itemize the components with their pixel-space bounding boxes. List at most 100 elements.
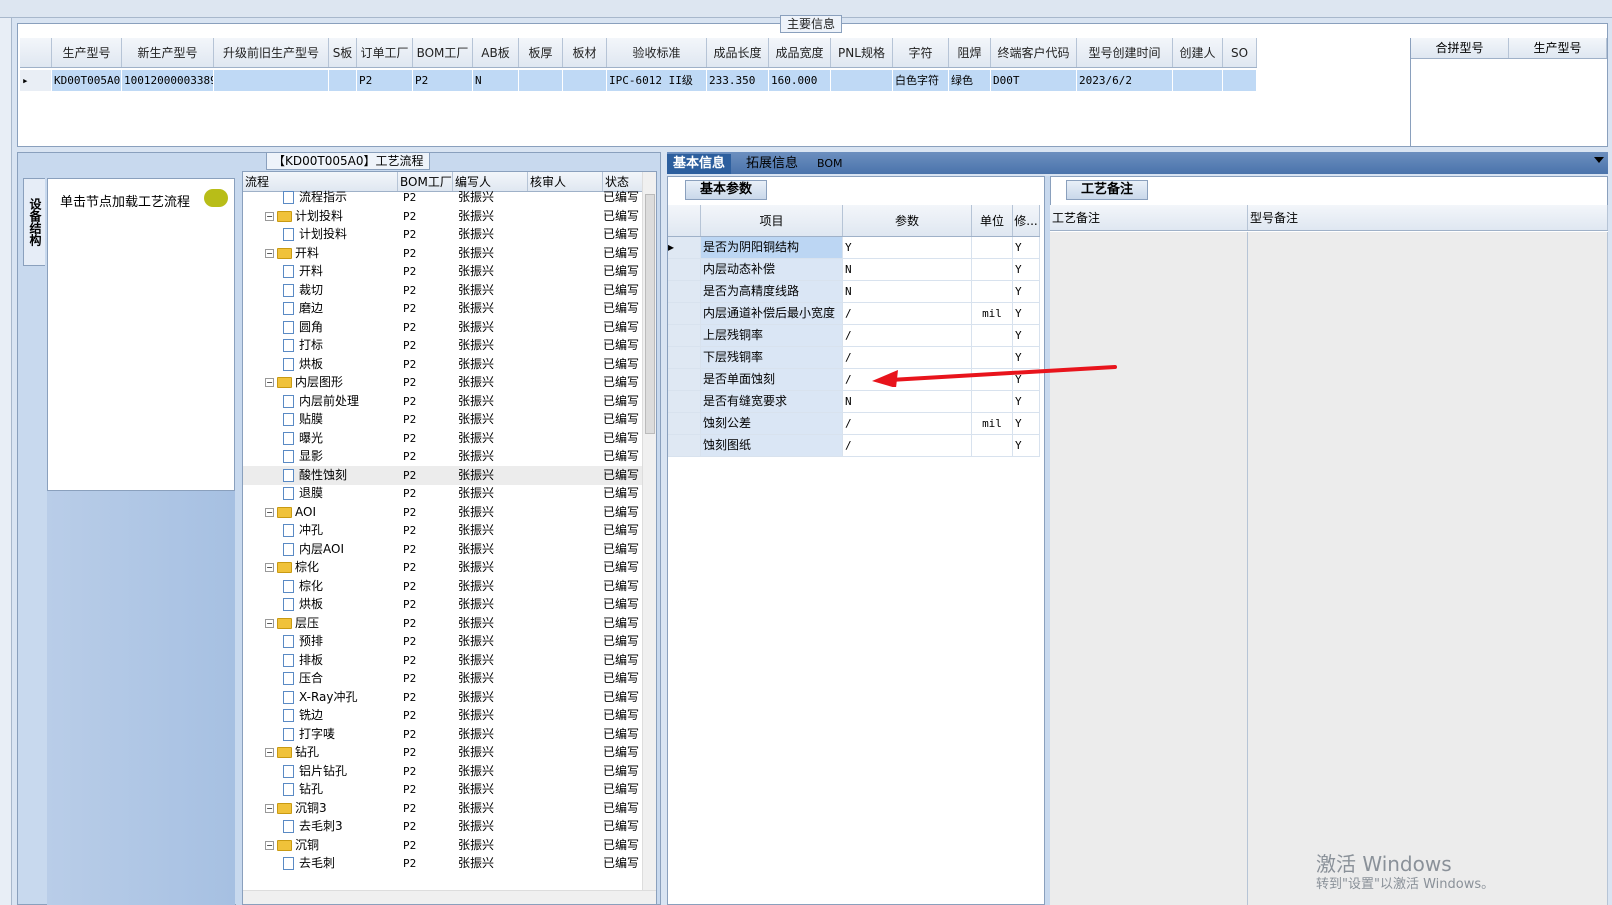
flow-tree-hscroll[interactable] <box>243 890 656 904</box>
collapse-icon[interactable]: − <box>265 211 274 221</box>
main-cell[interactable]: P2 <box>357 70 413 91</box>
flow-tree-row[interactable]: 去毛刺 P2 张振兴 已编写 <box>243 854 643 873</box>
flow-node[interactable]: 铣边 <box>243 706 398 725</box>
flow-tree-row[interactable]: 去毛刺3 P2 张振兴 已编写 <box>243 817 643 836</box>
flow-tree-vscroll-thumb[interactable] <box>645 194 655 434</box>
flow-node[interactable]: 烘板 <box>243 355 398 374</box>
param-col-header[interactable]: 参数 <box>843 205 972 236</box>
main-col-header[interactable]: 验收标准 <box>607 38 707 67</box>
flow-tree-row[interactable]: 圆角 P2 张振兴 已编写 <box>243 318 643 337</box>
flow-tree-row[interactable]: 酸性蚀刻 P2 张振兴 已编写 <box>243 465 643 485</box>
main-col-header[interactable]: 新生产型号 <box>122 38 214 67</box>
flow-node[interactable]: − 内层图形 <box>243 373 398 392</box>
flow-node[interactable]: 钻孔 <box>243 780 398 799</box>
equipment-structure-tab[interactable]: 设备结构 <box>23 178 45 266</box>
load-flow-hint[interactable]: 单击节点加载工艺流程 <box>60 191 190 210</box>
main-cell[interactable] <box>214 70 329 91</box>
param-row[interactable]: 上层残铜率 / Y <box>668 325 1040 347</box>
main-col-header[interactable]: 板材 <box>563 38 607 67</box>
flow-tree-row[interactable]: 排板 P2 张振兴 已编写 <box>243 651 643 670</box>
flow-tree-row[interactable]: 棕化 P2 张振兴 已编写 <box>243 577 643 596</box>
flow-tree-row[interactable]: − 沉铜3 P2 张振兴 已编写 <box>243 799 643 818</box>
param-value[interactable]: N <box>843 259 972 281</box>
flow-node[interactable]: 磨边 <box>243 299 398 318</box>
main-cell[interactable]: N <box>473 70 519 91</box>
flow-tree-row[interactable]: − 层压 P2 张振兴 已编写 <box>243 614 643 633</box>
flow-tree-row[interactable]: 曝光 P2 张振兴 已编写 <box>243 429 643 448</box>
flow-node[interactable]: 内层前处理 <box>243 392 398 411</box>
main-col-header[interactable]: 终端客户代码 <box>991 38 1077 67</box>
flow-node[interactable]: 打标 <box>243 336 398 355</box>
main-col-header[interactable]: PNL规格 <box>831 38 893 67</box>
flow-node[interactable]: 内层AOI <box>243 540 398 559</box>
main-col-header[interactable]: SO <box>1223 38 1257 67</box>
param-value[interactable]: / <box>843 413 972 435</box>
main-cell[interactable]: 2023/6/2 <box>1077 70 1173 91</box>
param-corner[interactable] <box>668 205 701 236</box>
flow-node[interactable]: 贴膜 <box>243 410 398 429</box>
flow-tree-row[interactable]: 显影 P2 张振兴 已编写 <box>243 447 643 466</box>
merge-col-header[interactable]: 生产型号 <box>1509 38 1607 58</box>
param-row[interactable]: ▸ 是否为阴阳铜结构 Y Y <box>668 237 1040 259</box>
main-cell[interactable] <box>563 70 607 91</box>
process-note-field[interactable] <box>1050 232 1248 905</box>
flow-tree-row[interactable]: − 沉铜 P2 张振兴 已编写 <box>243 836 643 855</box>
flow-node[interactable]: 计划投料 <box>243 225 398 244</box>
flow-node[interactable]: − 计划投料 <box>243 207 398 226</box>
flow-tree-row[interactable]: 贴膜 P2 张振兴 已编写 <box>243 410 643 429</box>
main-col-header[interactable]: 订单工厂 <box>357 38 413 67</box>
collapse-icon[interactable]: − <box>265 803 274 813</box>
main-col-header[interactable]: 创建人 <box>1173 38 1223 67</box>
flow-node[interactable]: 预排 <box>243 632 398 651</box>
flow-node[interactable]: 开料 <box>243 262 398 281</box>
main-cell[interactable]: KD00T005A0 <box>52 70 122 91</box>
main-col-header[interactable]: 生产型号 <box>52 38 122 67</box>
flow-tree-row[interactable]: − 钻孔 P2 张振兴 已编写 <box>243 743 643 762</box>
param-row[interactable]: 蚀刻公差 / mil Y <box>668 413 1040 435</box>
flow-tree-row[interactable]: 磨边 P2 张振兴 已编写 <box>243 299 643 318</box>
flow-node[interactable]: 打字唛 <box>243 725 398 744</box>
collapse-icon[interactable]: − <box>265 378 274 387</box>
flow-tree-row[interactable]: 流程指示 P2 张振兴 已编写 <box>243 188 643 207</box>
flow-tree-row[interactable]: 压合 P2 张振兴 已编写 <box>243 669 643 688</box>
flow-node[interactable]: − 钻孔 <box>243 743 398 762</box>
flow-tree-vscroll[interactable] <box>642 172 656 904</box>
collapse-icon[interactable]: − <box>265 248 274 258</box>
flow-tree-row[interactable]: 退膜 P2 张振兴 已编写 <box>243 484 643 503</box>
param-value[interactable]: / <box>843 325 972 347</box>
main-col-header[interactable]: 成品宽度 <box>769 38 831 67</box>
flow-tree-row[interactable]: − 内层图形 P2 张振兴 已编写 <box>243 373 643 392</box>
param-col-header[interactable]: 项目 <box>701 205 843 236</box>
flow-tree-row[interactable]: 铝片钻孔 P2 张振兴 已编写 <box>243 762 643 781</box>
main-col-header[interactable]: S板 <box>329 38 357 67</box>
param-value[interactable]: / <box>843 435 972 457</box>
param-row[interactable]: 是否为高精度线路 N Y <box>668 281 1040 303</box>
collapse-icon[interactable]: − <box>265 507 274 517</box>
flow-tree-row[interactable]: 冲孔 P2 张振兴 已编写 <box>243 521 643 540</box>
subtab-basic-params[interactable]: 基本参数 <box>685 180 768 200</box>
main-col-header[interactable]: 成品长度 <box>707 38 769 67</box>
flow-tree-row[interactable]: − 棕化 P2 张振兴 已编写 <box>243 558 643 577</box>
param-col-header[interactable]: 单位 <box>972 205 1013 236</box>
main-cell[interactable]: 160.000 <box>769 70 831 91</box>
merge-col-header[interactable]: 合拼型号 <box>1411 38 1509 58</box>
flow-node[interactable]: 棕化 <box>243 577 398 596</box>
flow-tree-row[interactable]: − 开料 P2 张振兴 已编写 <box>243 244 643 263</box>
param-value[interactable]: Y <box>843 237 972 259</box>
flow-node[interactable]: − 沉铜 <box>243 836 398 855</box>
collapse-icon[interactable]: − <box>265 563 274 572</box>
flow-tree-row[interactable]: − AOI P2 张振兴 已编写 <box>243 503 643 522</box>
flow-node[interactable]: 压合 <box>243 669 398 688</box>
main-cell[interactable] <box>831 70 893 91</box>
main-col-header[interactable]: AB板 <box>473 38 519 67</box>
flow-node[interactable]: 曝光 <box>243 429 398 448</box>
main-cell[interactable]: 10012000003389 <box>122 70 214 91</box>
main-grid-row[interactable]: ▸ KD00T005A0 10012000003389 P2 P2 N IPC-6012 I… <box>20 70 1257 91</box>
collapse-icon[interactable]: − <box>265 748 274 757</box>
flow-node[interactable]: 冲孔 <box>243 521 398 540</box>
main-cell[interactable]: D00T <box>991 70 1077 91</box>
main-cell[interactable] <box>1173 70 1223 91</box>
model-note-field[interactable] <box>1248 232 1608 905</box>
main-col-header[interactable]: 阻焊 <box>949 38 991 67</box>
flow-node[interactable]: − AOI <box>243 503 398 522</box>
